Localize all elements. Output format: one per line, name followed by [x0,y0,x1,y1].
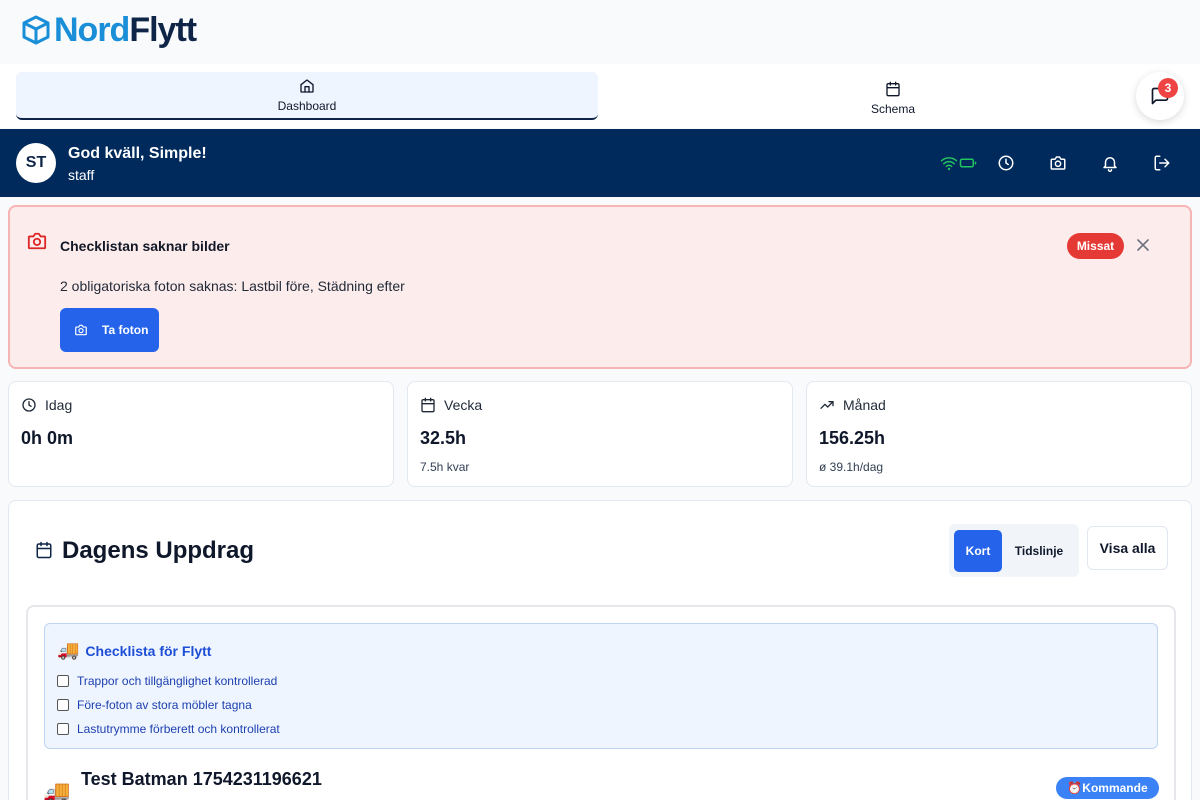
truck-icon: 🚚 [57,640,80,660]
clock-icon[interactable] [997,154,1015,172]
chat-button[interactable] [1136,72,1184,120]
checklist-item[interactable]: Före-foton av stora möbler tagna [57,698,252,712]
status-label: Kommande [1082,781,1148,795]
tab-schema[interactable]: Schema [602,74,1184,122]
brand-part-nord: Nord [54,11,130,49]
stat-label: Vecka [444,397,483,413]
checklist-item-label: Lastutrymme förberett och kontrollerat [77,722,280,736]
stat-card-week: Vecka 32.5h 7.5h kvar [407,381,793,487]
todays-assignments-panel: Dagens Uppdrag Kort Tidslinje Visa alla … [8,500,1192,800]
bell-icon[interactable] [1101,154,1119,172]
take-photos-label: Ta foton [102,323,149,337]
missed-badge: Missat [1067,233,1124,259]
stat-sub: ø 39.1h/dag [819,460,884,474]
stat-sub: 7.5h kvar [420,460,470,474]
nordflytt-logo[interactable]: NordFlytt [22,11,197,49]
view-tidslinje-button[interactable]: Tidslinje [1006,530,1072,572]
checkbox[interactable] [57,699,69,711]
job-title: Test Batman 1754231196621 [81,769,322,789]
stat-value: 0h 0m [21,428,74,448]
chat-unread-badge: 3 [1158,78,1178,98]
brand-part-flytt: Flytt [129,11,197,49]
calendar-icon [36,541,52,559]
stat-card-month: Månad 156.25h ø 39.1h/dag [806,381,1192,487]
checklist-item[interactable]: Lastutrymme förberett och kontrollerat [57,722,280,736]
checklist-title: 🚚 Checklista för Flytt [57,640,211,661]
stat-value: 32.5h [420,428,467,448]
tab-dashboard[interactable]: Dashboard [16,72,598,120]
camera-alert-icon [27,232,47,250]
stat-header: Idag [21,397,72,413]
stat-card-today: Idag 0h 0m [8,381,394,487]
brand-name: NordFlytt [54,11,197,49]
checklist-item[interactable]: Trappor och tillgänglighet kontrollerad [57,674,277,688]
move-checklist: 🚚 Checklista för Flytt Trappor och tillg… [44,623,1158,749]
view-kort-button[interactable]: Kort [954,530,1002,572]
missing-photos-alert: Checklistan saknar bilder 2 obligatorisk… [8,205,1192,369]
status-badge: ⏰ Kommande [1056,777,1159,799]
checklist-title-text: Checklista för Flytt [85,642,212,659]
battery-icon [959,158,977,168]
alert-title: Checklistan saknar bilder [60,238,230,254]
view-toggle: Kort Tidslinje [949,524,1079,577]
top-header: NordFlytt [0,0,1200,64]
avatar[interactable]: ST [16,143,56,183]
checkbox[interactable] [57,723,69,735]
user-bar: ST God kväll, Simple! staff [0,129,1200,197]
job-card[interactable]: 🚚 Checklista för Flytt Trappor och tillg… [26,605,1176,800]
home-icon [300,78,314,93]
stat-value: 156.25h [819,428,886,448]
camera-icon[interactable] [1049,154,1067,172]
take-photos-button[interactable]: Ta foton [60,308,159,352]
calendar-icon [421,397,435,413]
greeting: God kväll, Simple! [68,145,207,162]
alert-message: 2 obligatoriska foton saknas: Lastbil fö… [60,278,405,294]
truck-icon: 🚚 [43,779,71,800]
checklist-item-label: Före-foton av stora möbler tagna [77,698,252,712]
clock-icon [22,398,36,412]
stat-label: Månad [843,397,886,413]
panel-title: Dagens Uppdrag [62,537,255,564]
stat-label: Idag [45,397,73,413]
stat-header: Månad [819,397,886,413]
tab-schema-label: Schema [870,101,916,116]
trending-up-icon [820,401,834,409]
calendar-icon [886,81,900,96]
tab-dashboard-label: Dashboard [277,98,337,113]
box-logo-icon [22,15,50,45]
checkbox[interactable] [57,675,69,687]
close-icon[interactable] [1136,238,1150,252]
show-all-button[interactable]: Visa alla [1087,526,1168,570]
nav-tabs: Dashboard Schema [0,64,1200,128]
checklist-item-label: Trappor och tillgänglighet kontrollerad [77,674,278,688]
camera-icon [75,324,87,336]
user-role: staff [68,167,95,183]
alarm-clock-icon: ⏰ [1067,781,1083,795]
wifi-icon [940,157,958,171]
stat-header: Vecka [420,397,482,413]
logout-icon[interactable] [1153,154,1171,172]
